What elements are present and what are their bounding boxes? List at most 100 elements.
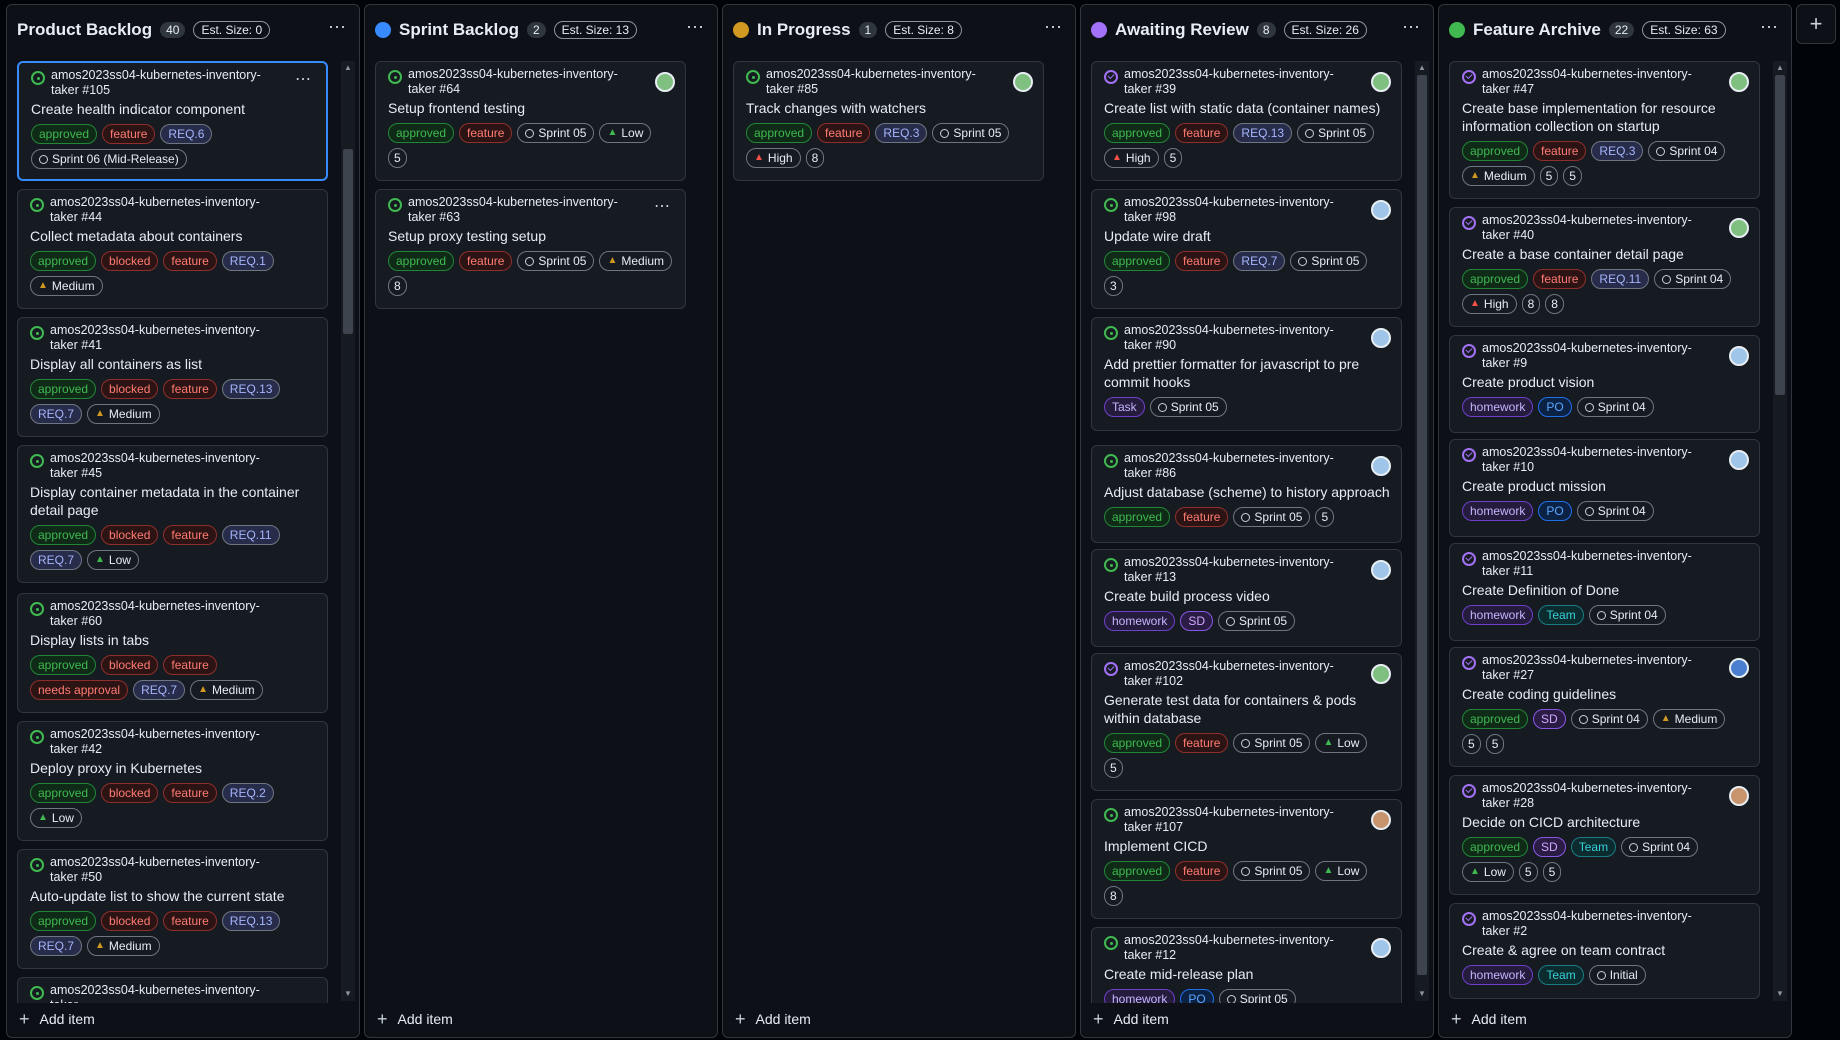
label-badge[interactable]: approved bbox=[30, 911, 97, 931]
label-badge[interactable]: feature bbox=[1175, 123, 1229, 143]
column-menu-icon[interactable]: ⋯ bbox=[1760, 17, 1779, 38]
scroll-down-icon[interactable]: ▼ bbox=[1775, 989, 1785, 999]
label-badge[interactable]: blocked bbox=[101, 379, 159, 399]
iteration-badge[interactable]: Sprint 04 bbox=[1576, 397, 1654, 417]
scroll-thumb[interactable] bbox=[1417, 75, 1427, 975]
card-repo-ref[interactable]: amos2023ss04-kubernetes-inventory-taker … bbox=[1482, 341, 1719, 371]
label-badge[interactable]: REQ.13 bbox=[1233, 123, 1293, 143]
priority-badge[interactable]: ▲ Low bbox=[599, 123, 652, 143]
size-badge[interactable]: 5 bbox=[1315, 507, 1335, 527]
card-repo-ref[interactable]: amos2023ss04-kubernetes-inventory-taker … bbox=[50, 195, 287, 225]
assignee-avatar[interactable] bbox=[1013, 72, 1033, 92]
label-badge[interactable]: feature bbox=[1533, 141, 1587, 161]
assignee-avatar[interactable] bbox=[1371, 938, 1391, 958]
label-badge[interactable]: approved bbox=[30, 655, 97, 675]
card-repo-ref[interactable]: amos2023ss04-kubernetes-inventory-taker … bbox=[1482, 909, 1719, 939]
label-badge[interactable]: REQ.7 bbox=[30, 550, 83, 570]
card-title[interactable]: Create base implementation for resource … bbox=[1462, 99, 1749, 135]
card-repo-ref[interactable]: amos2023ss04-kubernetes-inventory-taker … bbox=[766, 67, 1003, 97]
card-title[interactable]: Create Definition of Done bbox=[1462, 581, 1749, 599]
add-item-button[interactable]: + Add item bbox=[723, 1001, 1075, 1037]
add-item-button[interactable]: + Add item bbox=[365, 1001, 717, 1037]
card-title[interactable]: Adjust database (scheme) to history appr… bbox=[1104, 483, 1391, 501]
iteration-badge[interactable]: Sprint 05 bbox=[1290, 251, 1368, 271]
label-badge[interactable]: Team bbox=[1570, 837, 1617, 857]
priority-badge[interactable]: ▲ Medium bbox=[190, 680, 263, 700]
label-badge[interactable]: feature bbox=[163, 251, 217, 271]
label-badge[interactable]: Task bbox=[1104, 397, 1145, 417]
iteration-badge[interactable]: Sprint 05 bbox=[1297, 123, 1375, 143]
issue-card[interactable]: amos2023ss04-kubernetes-inventory-taker … bbox=[17, 317, 328, 437]
size-badge[interactable]: 8 bbox=[388, 276, 407, 296]
label-badge[interactable]: approved bbox=[1104, 733, 1171, 753]
iteration-badge[interactable]: Sprint 05 bbox=[1218, 611, 1296, 631]
column-menu-icon[interactable]: ⋯ bbox=[686, 17, 705, 38]
card-title[interactable]: Generate test data for containers & pods… bbox=[1104, 691, 1391, 727]
card-title[interactable]: Add prettier formatter for javascript to… bbox=[1104, 355, 1391, 391]
label-badge[interactable]: REQ.3 bbox=[875, 123, 928, 143]
label-badge[interactable]: REQ.7 bbox=[30, 404, 83, 424]
assignee-avatar[interactable] bbox=[1729, 786, 1749, 806]
size-badge[interactable]: 5 bbox=[1163, 148, 1183, 168]
size-badge[interactable]: 8 bbox=[1521, 294, 1541, 314]
card-repo-ref[interactable]: amos2023ss04-kubernetes-inventory-taker … bbox=[50, 323, 287, 353]
priority-badge[interactable]: ▲ Medium bbox=[1652, 709, 1726, 729]
label-badge[interactable]: approved bbox=[30, 379, 97, 399]
label-badge[interactable]: homework bbox=[1462, 965, 1534, 985]
column-menu-icon[interactable]: ⋯ bbox=[1044, 17, 1063, 38]
card-title[interactable]: Setup proxy testing setup bbox=[388, 227, 675, 245]
size-badge[interactable]: 8 bbox=[1545, 294, 1564, 314]
card-title[interactable]: Display container metadata in the contai… bbox=[30, 483, 317, 519]
issue-card[interactable]: amos2023ss04-kubernetes-inventory-taker … bbox=[1091, 445, 1402, 543]
assignee-avatar[interactable] bbox=[1371, 72, 1391, 92]
iteration-badge[interactable]: Sprint 05 bbox=[932, 123, 1010, 143]
issue-card[interactable]: amos2023ss04-kubernetes-inventory-taker … bbox=[1449, 61, 1760, 199]
card-repo-ref[interactable]: amos2023ss04-kubernetes-inventory-taker … bbox=[51, 68, 286, 98]
iteration-badge[interactable]: Sprint 05 bbox=[1233, 861, 1311, 881]
label-badge[interactable]: approved bbox=[1462, 269, 1529, 289]
label-badge[interactable]: approved bbox=[1462, 709, 1529, 729]
label-badge[interactable]: REQ.7 bbox=[133, 680, 186, 700]
assignee-avatar[interactable] bbox=[1729, 450, 1749, 470]
card-repo-ref[interactable]: amos2023ss04-kubernetes-inventory-taker … bbox=[1124, 659, 1361, 689]
assignee-avatar[interactable] bbox=[1729, 658, 1749, 678]
issue-card[interactable]: amos2023ss04-kubernetes-inventory-taker … bbox=[1449, 543, 1760, 641]
size-badge[interactable]: 5 bbox=[1563, 166, 1582, 186]
size-badge[interactable]: 5 bbox=[1485, 734, 1505, 754]
size-badge[interactable]: 5 bbox=[1542, 862, 1562, 882]
priority-badge[interactable]: ▲ Medium bbox=[30, 276, 103, 296]
assignee-avatar[interactable] bbox=[1371, 810, 1391, 830]
issue-card[interactable]: amos2023ss04-kubernetes-inventory-taker … bbox=[733, 61, 1044, 181]
label-badge[interactable]: feature bbox=[459, 123, 513, 143]
iteration-badge[interactable]: Sprint 04 bbox=[1648, 141, 1726, 161]
issue-card[interactable]: amos2023ss04-kubernetes-inventory-taker … bbox=[1449, 903, 1760, 999]
iteration-badge[interactable]: Sprint 04 bbox=[1654, 269, 1732, 289]
issue-card[interactable]: amos2023ss04-kubernetes-inventory-taker … bbox=[1449, 207, 1760, 327]
label-badge[interactable]: blocked bbox=[101, 783, 159, 803]
iteration-badge[interactable]: Sprint 04 bbox=[1570, 709, 1648, 729]
issue-card[interactable]: amos2023ss04-kubernetes-inventory-taker … bbox=[1449, 335, 1760, 433]
label-badge[interactable]: SD bbox=[1180, 611, 1214, 631]
column-menu-icon[interactable]: ⋯ bbox=[328, 17, 347, 38]
label-badge[interactable]: homework bbox=[1462, 605, 1534, 625]
label-badge[interactable]: feature bbox=[1533, 269, 1587, 289]
issue-card[interactable]: amos2023ss04-kubernetes-inventory-taker … bbox=[1091, 189, 1402, 309]
scroll-up-icon[interactable]: ▲ bbox=[343, 63, 353, 73]
label-badge[interactable]: feature bbox=[163, 655, 217, 675]
issue-card[interactable]: amos2023ss04-kubernetes-inventory-taker … bbox=[1449, 647, 1760, 767]
label-badge[interactable]: approved bbox=[30, 783, 97, 803]
label-badge[interactable]: feature bbox=[102, 124, 156, 144]
label-badge[interactable]: blocked bbox=[101, 525, 159, 545]
issue-card[interactable]: amos2023ss04-kubernetes-inventory-taker … bbox=[375, 61, 686, 181]
label-badge[interactable]: REQ.2 bbox=[221, 783, 274, 803]
label-badge[interactable]: feature bbox=[163, 525, 217, 545]
priority-badge[interactable]: ▲ Low bbox=[1315, 733, 1368, 753]
label-badge[interactable]: REQ.13 bbox=[221, 911, 281, 931]
assignee-avatar[interactable] bbox=[655, 72, 675, 92]
assignee-avatar[interactable] bbox=[1371, 456, 1391, 476]
size-badge[interactable]: 8 bbox=[805, 148, 825, 168]
iteration-badge[interactable]: Initial bbox=[1588, 965, 1646, 985]
issue-card[interactable]: amos2023ss04-kubernetes-inventory-taker … bbox=[17, 721, 328, 841]
label-badge[interactable]: approved bbox=[1104, 861, 1171, 881]
card-repo-ref[interactable]: amos2023ss04-kubernetes-inventory-taker … bbox=[1124, 933, 1361, 963]
